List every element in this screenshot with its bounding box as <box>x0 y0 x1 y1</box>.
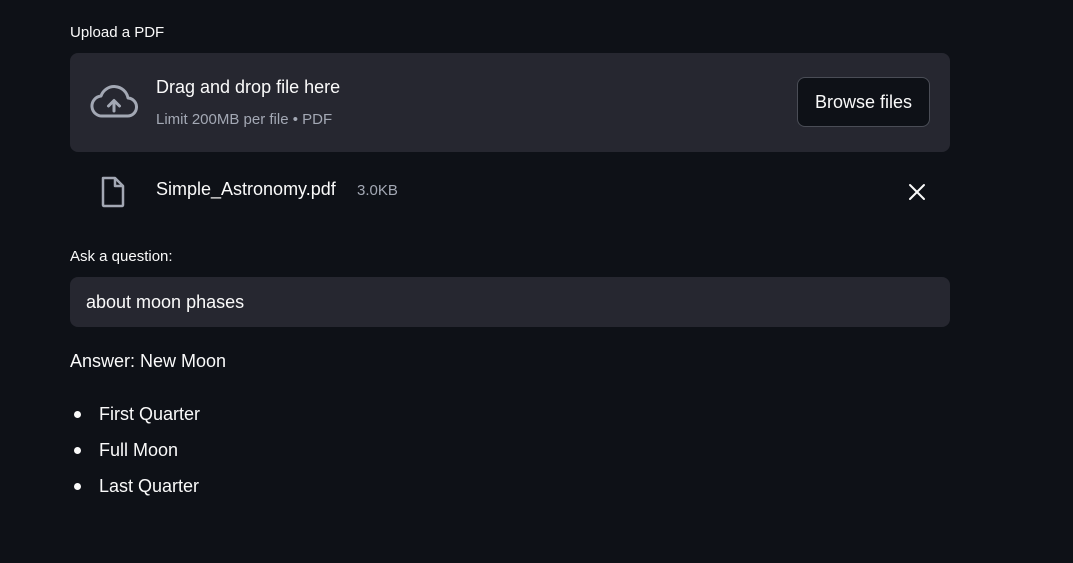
list-item: First Quarter <box>70 400 200 436</box>
bullet-icon <box>74 411 81 418</box>
file-dropzone[interactable]: Drag and drop file here Limit 200MB per … <box>70 53 950 152</box>
file-limit-text: Limit 200MB per file • PDF <box>156 111 333 128</box>
question-label: Ask a question: <box>70 248 173 265</box>
answer-list: First Quarter Full Moon Last Quarter <box>70 400 200 508</box>
uploaded-file-name: Simple_Astronomy.pdf <box>156 179 336 199</box>
uploaded-file-row: Simple_Astronomy.pdf 3.0KB <box>70 170 950 214</box>
question-input[interactable] <box>70 277 950 327</box>
bullet-icon <box>74 483 81 490</box>
remove-file-close-icon[interactable] <box>905 180 929 204</box>
answer-text: Answer: New Moon <box>70 351 227 371</box>
dropzone-instructions: Drag and drop file here <box>156 77 341 97</box>
app-page: Upload a PDF Drag and drop file here Lim… <box>0 0 1073 563</box>
cloud-upload-icon <box>90 85 138 118</box>
browse-files-button[interactable]: Browse files <box>797 77 930 127</box>
list-item-text: Last Quarter <box>99 476 200 496</box>
bullet-icon <box>74 447 81 454</box>
upload-label: Upload a PDF <box>70 24 165 41</box>
list-item-text: First Quarter <box>99 404 201 424</box>
file-icon <box>101 176 125 208</box>
list-item-text: Full Moon <box>99 440 179 460</box>
list-item: Full Moon <box>70 436 200 472</box>
uploaded-file-size: 3.0KB <box>357 182 398 199</box>
list-item: Last Quarter <box>70 472 200 508</box>
